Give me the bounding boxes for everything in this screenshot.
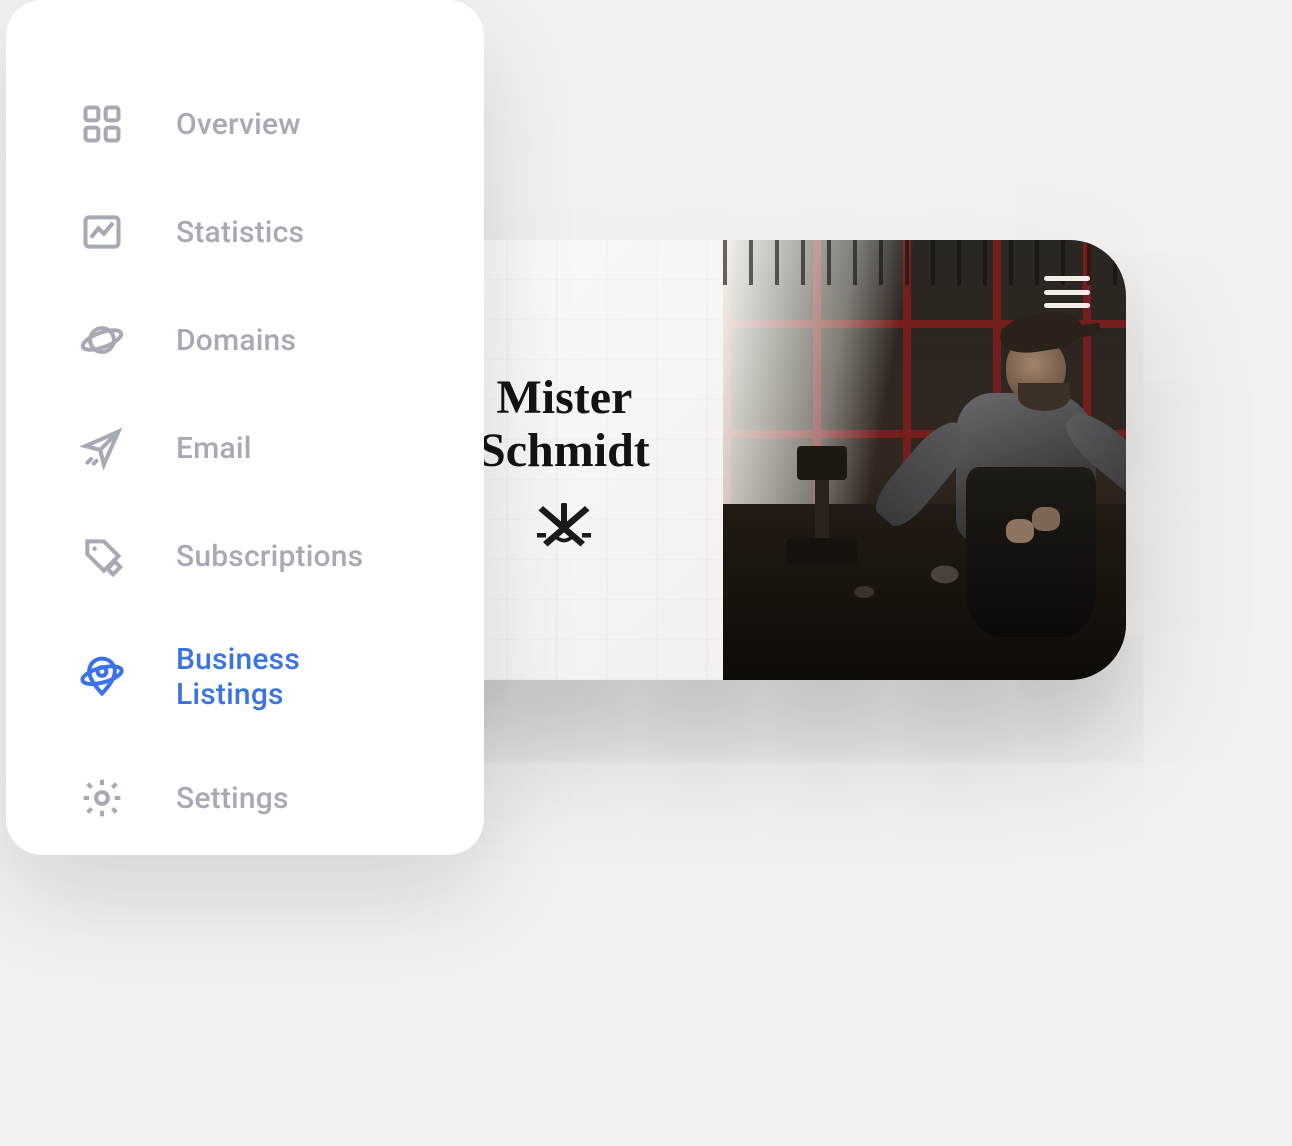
sidebar-item-label: Overview	[176, 107, 301, 142]
preview-site-title: Mister Schmidt	[479, 372, 650, 478]
preview-title-line-1: Mister	[496, 371, 632, 424]
send-icon	[80, 426, 124, 470]
website-preview-card: Mister Schmidt	[406, 240, 1126, 680]
gear-icon	[80, 776, 124, 820]
sidebar-item-subscriptions[interactable]: Subscriptions	[66, 502, 424, 610]
chart-icon	[80, 210, 124, 254]
sidebar-item-settings[interactable]: Settings	[66, 744, 424, 852]
sidebar-item-label: Statistics	[176, 215, 304, 250]
hamburger-icon[interactable]	[1044, 276, 1090, 308]
sidebar-item-label: Domains	[176, 323, 296, 358]
sidebar-item-label: Subscriptions	[176, 539, 363, 574]
grid-icon	[80, 102, 124, 146]
sidebar-item-business-listings[interactable]: Business Listings	[66, 610, 424, 744]
sidebar-item-label: Email	[176, 431, 252, 466]
planet-icon	[80, 318, 124, 362]
preview-hero-image	[723, 240, 1126, 680]
location-orbit-icon	[80, 655, 124, 699]
sidebar-item-email[interactable]: Email	[66, 394, 424, 502]
tag-edit-icon	[80, 534, 124, 578]
preview-title-line-2: Schmidt	[479, 424, 650, 477]
sidebar-item-overview[interactable]: Overview	[66, 70, 424, 178]
sidebar-item-statistics[interactable]: Statistics	[66, 178, 424, 286]
crossed-tools-emblem-icon	[534, 500, 594, 548]
sidebar-item-label: Business Listings	[176, 642, 410, 712]
sidebar: Overview Statistics Domains	[6, 0, 484, 855]
sidebar-item-domains[interactable]: Domains	[66, 286, 424, 394]
sidebar-item-label: Settings	[176, 781, 289, 816]
